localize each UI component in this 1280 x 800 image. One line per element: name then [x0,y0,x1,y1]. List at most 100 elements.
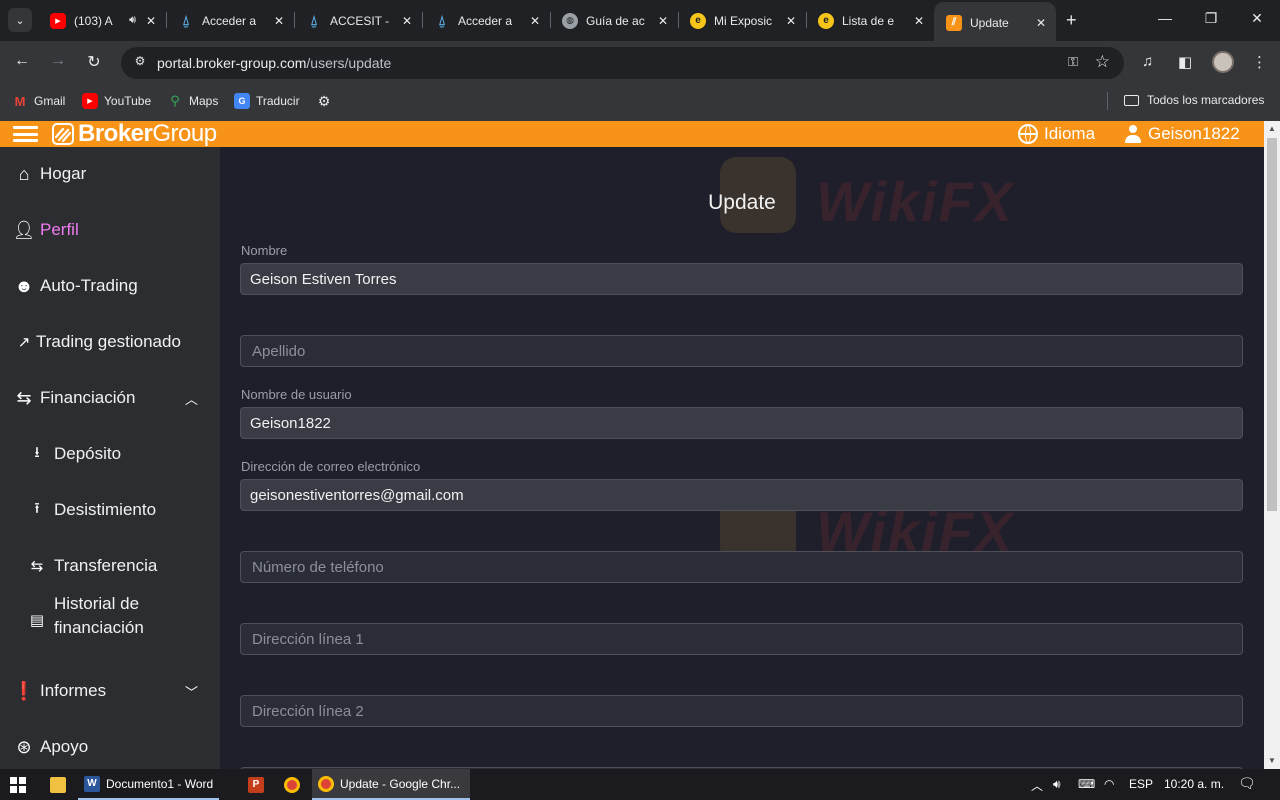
email-label: Dirección de correo electrónico [241,459,421,474]
browser-tab-active[interactable]: ⫽ Update ✕ [934,2,1056,43]
close-tab-icon[interactable]: ✕ [656,14,670,28]
close-tab-icon[interactable]: ✕ [528,14,542,28]
sidebar-item-transferencia[interactable]: ⇆ Transferencia [0,546,220,586]
sidebar-item-label: Hogar [40,164,87,183]
bookmark-star-icon[interactable]: ☆ [1095,52,1110,72]
media-control-icon[interactable]: ♫ [1142,53,1153,70]
taskbar-app-label: Update - Google Chr... [340,776,461,791]
bookmark-label: Traducir [256,94,300,108]
sidebar-item-apoyo[interactable]: ⊛ Apoyo [0,727,220,767]
back-icon[interactable]: ← [10,52,34,70]
username-field[interactable]: Geison1822 [240,407,1243,439]
sidebar-item-trading-gestionado[interactable]: ↗ Trading gestionado [0,322,220,362]
taskbar-chrome-update[interactable]: Update - Google Chr... [312,769,470,800]
chevron-up-icon[interactable]: ︿ [185,389,198,408]
page-icon: ⍙ [182,12,190,28]
taskbar-chrome[interactable] [278,769,312,800]
sidebar-item-label: Transferencia [54,556,158,575]
side-panel-icon[interactable]: ◧ [1178,53,1192,71]
taskbar: W Documento1 - Word P Update - Google Ch… [0,769,1280,800]
close-tab-icon[interactable]: ✕ [400,14,414,28]
browser-tab[interactable]: ⍙ Acceder a ✕ [422,0,550,41]
chevron-down-icon[interactable]: ﹀ [185,682,198,701]
close-tab-icon[interactable]: ✕ [784,14,798,28]
tab-label: Acceder a [458,13,513,28]
trend-icon: ↗ [17,334,31,351]
browser-tab[interactable]: e Lista de e ✕ [806,0,934,41]
sidebar-item-label: Auto-Trading [40,276,138,295]
bookmark-extra[interactable]: ⚙ [316,93,338,109]
tab-search-button[interactable]: ⌄ [8,8,32,32]
bookmark-maps[interactable]: ⚲ Maps [167,93,218,109]
hamburger-menu-icon[interactable] [13,126,38,142]
sidebar-item-informes[interactable]: ❗ Informes ﹀ [0,671,220,711]
notifications-icon[interactable]: 🗨︎ [1238,775,1256,792]
wifi-icon[interactable]: ◠ [1104,777,1114,791]
browser-tab[interactable]: ◍ Guía de ac ✕ [550,0,678,41]
bookmark-translate[interactable]: G Traducir [234,93,300,109]
translate-icon: G [234,93,250,109]
address-bar[interactable]: ⚙︎ portal.broker-group.com/users/update … [121,47,1124,79]
scroll-down-icon[interactable]: ▼ [1264,753,1280,769]
profile-avatar[interactable] [1212,51,1234,73]
tray-overflow-icon[interactable]: ︿ [1031,777,1043,794]
scroll-up-icon[interactable]: ▲ [1264,121,1280,137]
speaker-icon[interactable]: 🔊︎ [129,14,136,27]
bookmark-gmail[interactable]: M Gmail [12,93,66,109]
address-line-1-field[interactable]: Dirección línea 1 [240,623,1243,655]
browser-tab[interactable]: ▶ (103) A 🔊︎ ✕ [38,0,166,41]
windows-start-icon[interactable] [10,777,26,793]
browser-menu-icon[interactable]: ⋮ [1252,53,1267,71]
reload-icon[interactable]: ↻ [82,52,106,72]
file-icon: ▤ [29,612,45,629]
page-icon: ⍙ [438,12,446,28]
sidebar-item-deposito[interactable]: ⭳ Depósito [0,434,220,474]
clock[interactable]: 10:20 a. m. [1164,777,1224,791]
url-text[interactable]: portal.broker-group.com/users/update [157,55,391,71]
phone-field[interactable]: Número de teléfono [240,551,1243,583]
email-field[interactable]: geisonestiventorres@gmail.com [240,479,1243,511]
sidebar-item-historial-financiacion[interactable]: ▤ Historial de financiación [0,592,220,648]
first-name-field[interactable]: Geison Estiven Torres [240,263,1243,295]
sidebar-item-perfil[interactable]: 👤︎ Perfil [0,210,220,250]
address-line-2-field[interactable]: Dirección línea 2 [240,695,1243,727]
sidebar-item-financiacion[interactable]: ⇆ Financiación ︿ [0,378,220,418]
password-key-icon[interactable]: ⚿ [1068,54,1078,70]
user-icon [1124,125,1142,143]
forward-icon[interactable]: → [46,52,70,70]
new-tab-icon[interactable]: + [1066,10,1077,31]
close-tab-icon[interactable]: ✕ [912,14,926,28]
close-window-icon[interactable]: ✕ [1234,10,1280,27]
brokergroup-logo[interactable]: BrokerGroup [52,120,217,147]
tab-label: ACCESIT - [330,13,390,28]
bookmark-youtube[interactable]: ▶ YouTube [82,93,151,109]
first-name-label: Nombre [241,243,288,258]
volume-icon[interactable]: 🔊︎ [1053,777,1061,792]
close-tab-icon[interactable]: ✕ [272,14,286,28]
input-language[interactable]: ESP [1129,777,1153,791]
last-name-field[interactable]: Apellido [240,335,1243,367]
sidebar-item-auto-trading[interactable]: ☻ Auto-Trading [0,266,220,306]
sidebar-item-hogar[interactable]: ⌂ Hogar [0,154,220,194]
taskbar-powerpoint[interactable]: P [242,769,276,800]
language-selector[interactable]: Idioma [1018,124,1095,144]
browser-tab[interactable]: ⍙ Acceder a ✕ [166,0,294,41]
minimize-icon[interactable]: — [1142,10,1188,26]
taskbar-word[interactable]: W Documento1 - Word [78,769,220,800]
close-tab-icon[interactable]: ✕ [1034,16,1048,30]
scrollbar-thumb[interactable] [1267,138,1277,511]
sidebar-item-label-line1: Historial de [54,594,140,613]
close-tab-icon[interactable]: ✕ [144,14,158,28]
exchange-icon: ⇆ [16,387,32,408]
user-menu[interactable]: Geison1822 [1124,124,1240,144]
browser-tab[interactable]: e Mi Exposic ✕ [678,0,806,41]
powerpoint-icon: P [248,776,264,793]
all-bookmarks-folder[interactable]: Todos los marcadores [1124,93,1264,107]
page-scrollbar[interactable]: ▲ ▼ [1264,121,1280,769]
sidebar-item-desistimiento[interactable]: ⭱ Desistimiento [0,490,220,530]
restore-icon[interactable]: ❐ [1188,10,1234,27]
browser-tab[interactable]: ⍙ ACCESIT - ✕ [294,0,422,41]
ime-icon[interactable]: ⌨ [1078,777,1095,791]
site-info-icon[interactable]: ⚙︎ [131,54,149,72]
taskbar-file-explorer[interactable] [44,769,78,800]
